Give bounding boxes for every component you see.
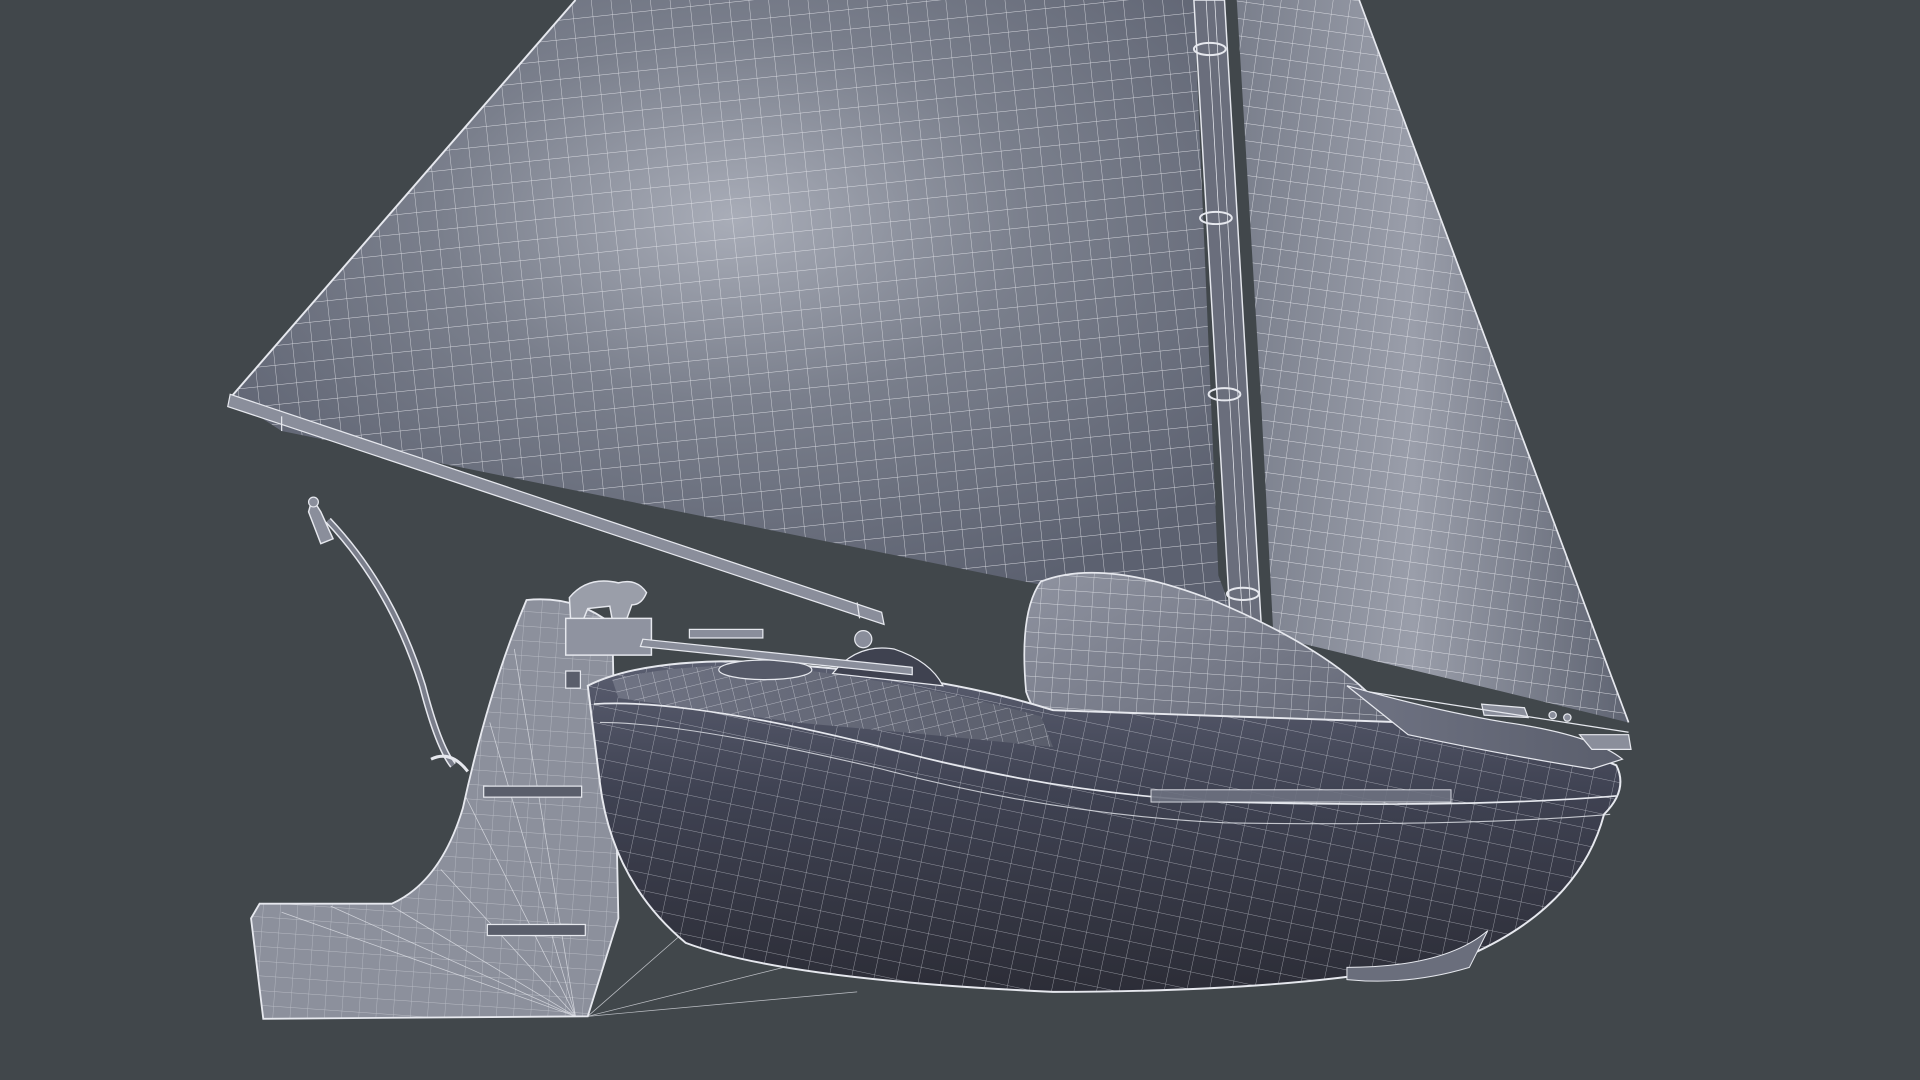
sailboat-wireframe-render — [227, 0, 1632, 1020]
3d-viewport[interactable] — [0, 0, 1920, 1080]
mainsail — [229, 0, 1237, 625]
tiller — [307, 496, 469, 773]
lion-ornament — [564, 580, 653, 656]
jib-sail — [1236, 0, 1630, 723]
